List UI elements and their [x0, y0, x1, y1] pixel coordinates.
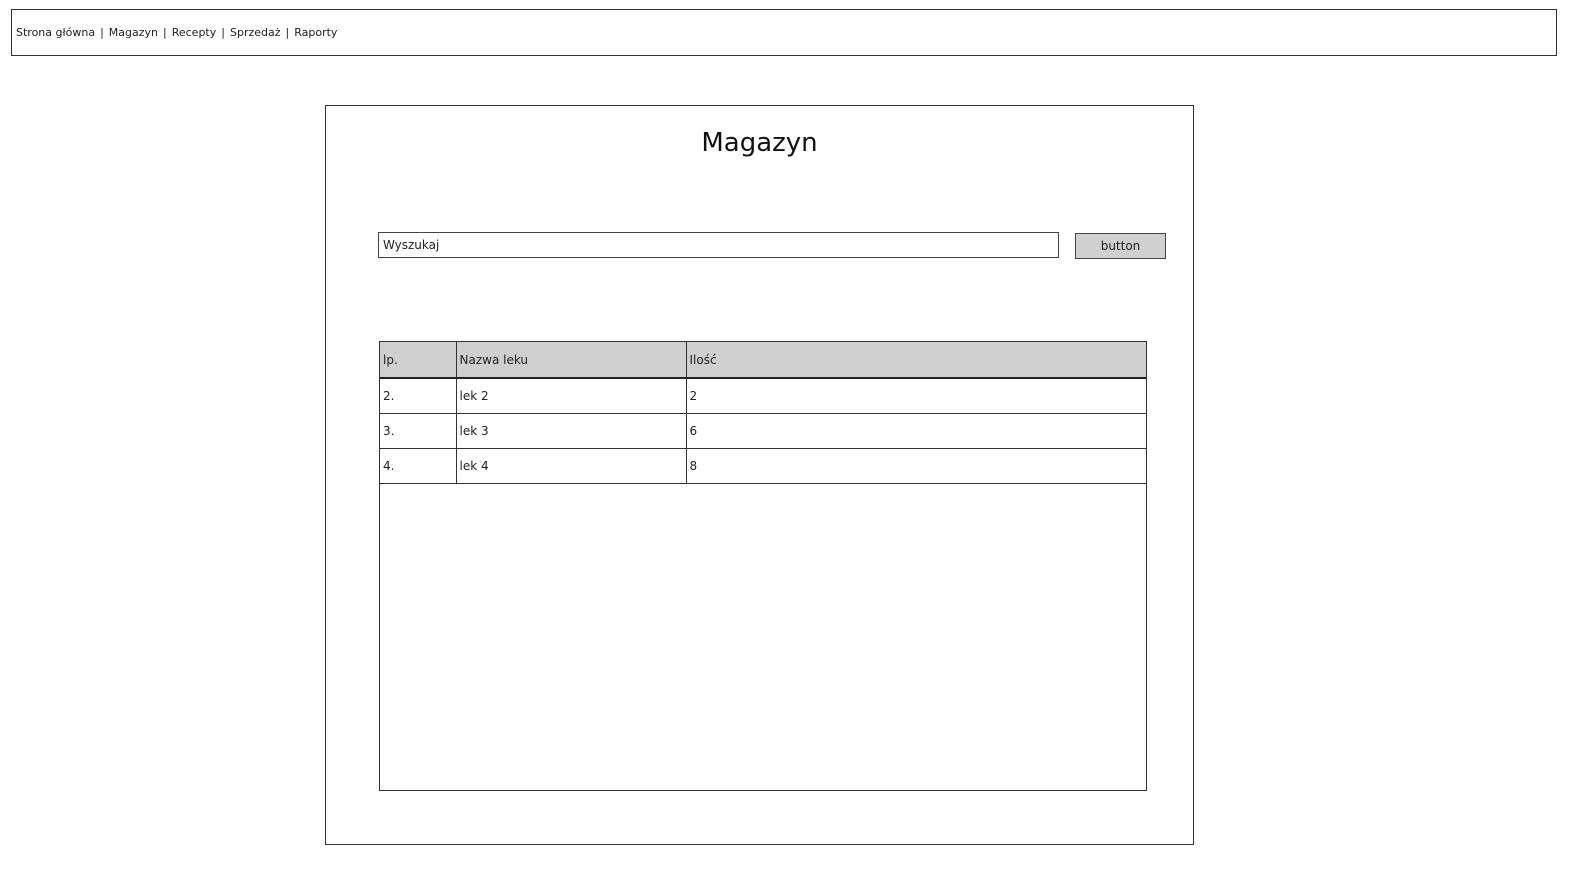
cell-medicine-name: lek 2 — [455, 377, 687, 414]
cell-medicine-name: lek 4 — [455, 447, 687, 484]
table-header-row: lp. Nazwa leku Ilość — [380, 342, 1146, 379]
nav-separator: | — [221, 26, 225, 39]
medicine-table: lp. Nazwa leku Ilość 2. lek 2 2 3. lek 3… — [380, 342, 1146, 484]
cell-quantity: 2 — [685, 377, 1146, 414]
cell-number: 4. — [380, 447, 457, 484]
page-title: Magazyn — [701, 128, 818, 158]
nav-link-sales[interactable]: Sprzedaż — [230, 26, 281, 39]
nav-separator: | — [285, 26, 290, 39]
cell-number: 3. — [380, 412, 457, 449]
cell-quantity: 8 — [685, 447, 1146, 484]
search-button[interactable]: button — [1075, 233, 1166, 259]
nav-link-prescriptions[interactable]: Recepty — [172, 26, 217, 39]
column-header-quantity[interactable]: Ilość — [685, 342, 1146, 379]
top-navigation-bar: Strona główna | Magazyn | Recepty | Sprzedaż | R… — [11, 9, 1557, 56]
table-row[interactable]: 3. lek 3 6 — [380, 412, 1146, 449]
table-row[interactable]: 2. lek 2 2 — [380, 377, 1146, 414]
column-header-medicine-name[interactable]: Nazwa leku — [455, 342, 687, 379]
cell-medicine-name: lek 3 — [455, 412, 687, 449]
nav-separator: | — [100, 26, 104, 39]
medicine-table-container: lp. Nazwa leku Ilość 2. lek 2 2 3. lek 3… — [379, 341, 1147, 791]
nav-link-warehouse[interactable]: Magazyn — [109, 26, 158, 39]
column-header-number[interactable]: lp. — [380, 342, 457, 379]
cell-number: 2. — [380, 377, 457, 414]
table-row[interactable]: 4. lek 4 8 — [380, 447, 1146, 484]
nav-link-reports[interactable]: Raporty — [294, 26, 337, 39]
cell-quantity: 6 — [685, 412, 1146, 449]
search-input[interactable] — [378, 232, 1059, 258]
nav-link-home[interactable]: Strona główna — [16, 26, 95, 39]
nav-menu: Strona główna | Magazyn | Recepty | Sprzedaż | R… — [16, 26, 337, 39]
warehouse-panel: Magazyn button lp. Nazwa leku Ilość 2. l… — [325, 105, 1194, 845]
nav-separator: | — [163, 26, 167, 39]
